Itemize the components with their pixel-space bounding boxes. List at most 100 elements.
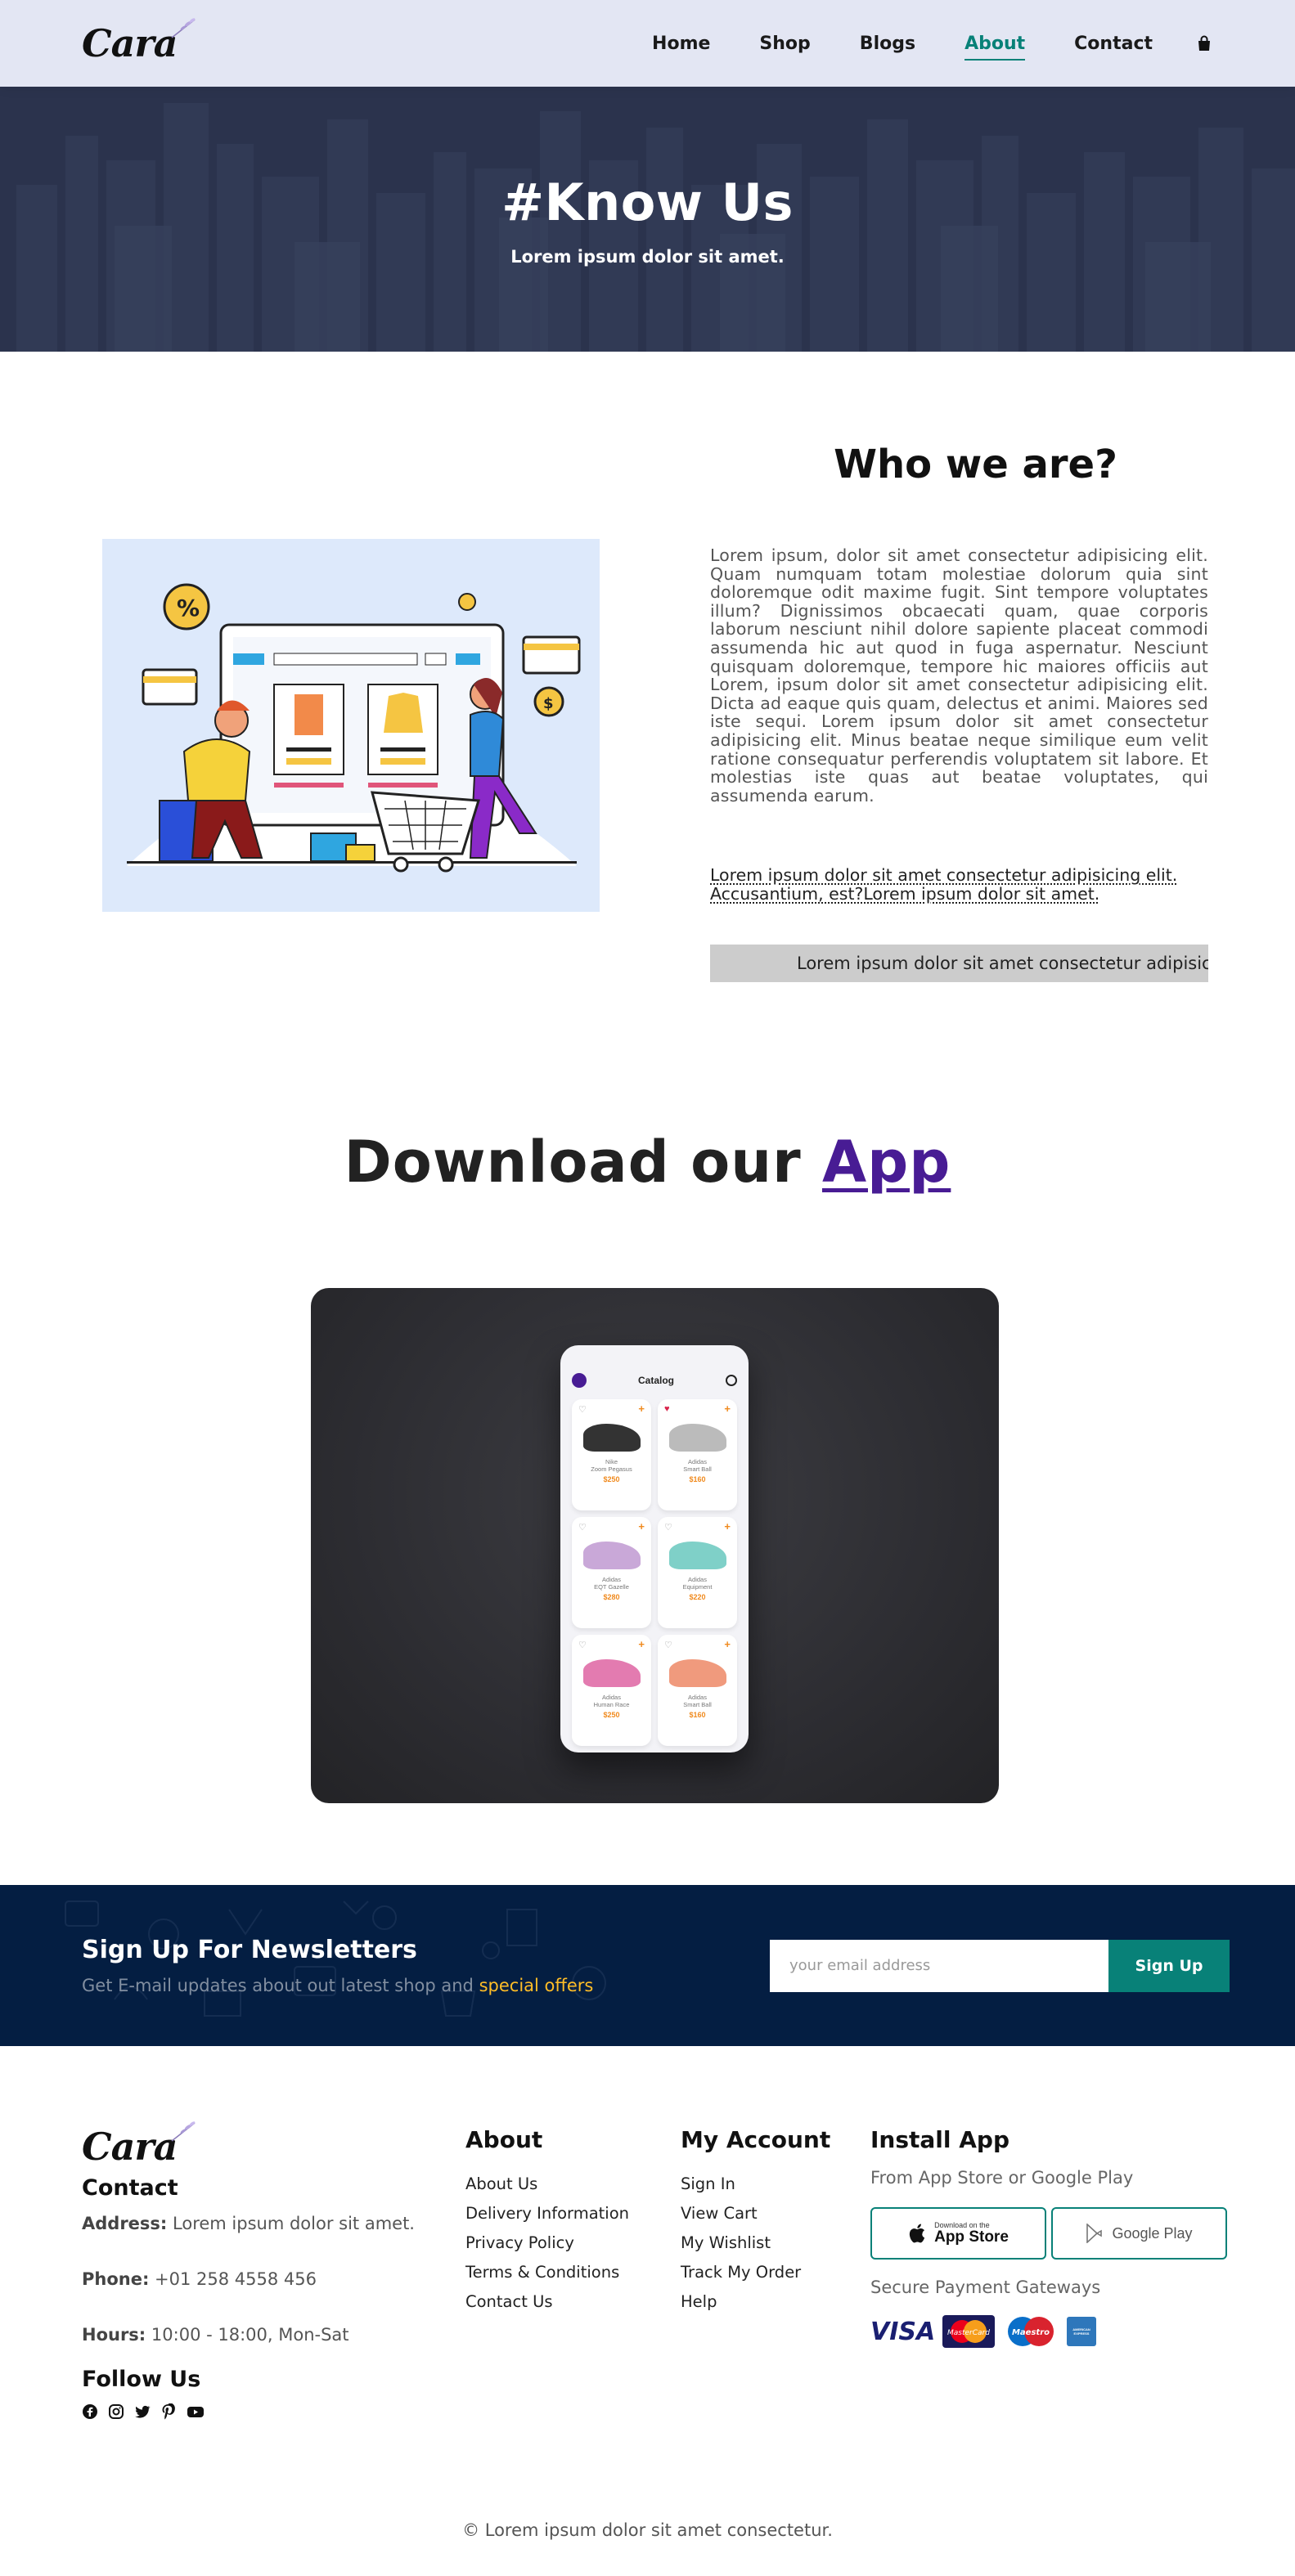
logo[interactable]: Cara <box>82 18 196 65</box>
catalog-title: Catalog <box>637 1375 674 1386</box>
product-name: Adidas Human Race <box>593 1694 630 1708</box>
product-name: Adidas Smart Ball <box>683 1694 712 1708</box>
youtube-icon[interactable] <box>187 2403 205 2420</box>
sign-up-button[interactable]: Sign Up <box>1108 1939 1230 1992</box>
product-card[interactable]: ♡ + Adidas Equipment $220 <box>658 1517 737 1628</box>
heart-icon[interactable]: ♡ <box>664 1522 672 1533</box>
payment-logos: VISA MasterCard Maestro AMERICAN EXPRESS <box>870 2315 1230 2348</box>
product-card[interactable]: ♡ + Adidas Smart Ball $160 <box>658 1635 737 1746</box>
phone-mockup: Catalog ♡ + Nike Zoom Pegasus $250 ♥ + Adidas … <box>560 1345 749 1752</box>
heart-icon[interactable]: ♡ <box>664 1640 672 1650</box>
app-store-label: Download on the App Store <box>934 2221 1009 2246</box>
app-video[interactable]: Catalog ♡ + Nike Zoom Pegasus $250 ♥ + Adidas … <box>311 1288 999 1803</box>
shoe-image <box>582 1542 641 1569</box>
product-card[interactable]: ♡ + Nike Zoom Pegasus $250 <box>572 1399 651 1510</box>
link-my-wishlist[interactable]: My Wishlist <box>681 2233 830 2252</box>
maestro-logo: Maestro <box>1008 2317 1054 2346</box>
footer-logo-text: Cara <box>82 2125 178 2169</box>
product-card[interactable]: ♥ + Adidas Smart Ball $160 <box>658 1399 737 1510</box>
download-app-prefix: Download our <box>344 1129 802 1196</box>
store-buttons: Download on the App Store Google Play <box>870 2207 1230 2260</box>
nav-shop[interactable]: Shop <box>759 34 810 54</box>
plus-icon[interactable]: + <box>724 1638 731 1650</box>
app-link[interactable]: App <box>822 1129 951 1196</box>
footer-about-column: About About Us Delivery Information Priv… <box>465 2126 629 2322</box>
link-about-us[interactable]: About Us <box>465 2174 629 2193</box>
product-card[interactable]: ♡ + Adidas Human Race $250 <box>572 1635 651 1746</box>
footer-contact: Contact Address: Lorem ipsum dolor sit a… <box>82 2175 442 2345</box>
about-illustration: % $ <box>102 539 600 912</box>
shoe-image <box>582 1659 641 1687</box>
link-terms-conditions[interactable]: Terms & Conditions <box>465 2263 629 2282</box>
hours-label: Hours: <box>82 2325 146 2345</box>
pinterest-icon[interactable] <box>160 2403 177 2420</box>
google-play-icon <box>1086 2224 1103 2243</box>
product-price: $250 <box>603 1475 620 1483</box>
nav-about[interactable]: About <box>965 34 1026 61</box>
plus-icon[interactable]: + <box>638 1402 645 1415</box>
product-name: Adidas Equipment <box>682 1576 713 1591</box>
nav-blogs[interactable]: Blogs <box>860 34 915 54</box>
page-subtitle: Lorem ipsum dolor sit amet. <box>510 246 785 267</box>
page-title: #Know Us <box>501 172 794 232</box>
nav-contact[interactable]: Contact <box>1074 34 1153 54</box>
nav-home[interactable]: Home <box>652 34 710 54</box>
link-delivery-information[interactable]: Delivery Information <box>465 2204 629 2223</box>
follow-us: Follow Us <box>82 2367 205 2420</box>
newsletter-heading: Sign Up For Newsletters <box>82 1936 417 1964</box>
product-price: $250 <box>603 1711 620 1719</box>
shopping-bag-icon[interactable] <box>1195 34 1213 52</box>
payment-text: Secure Payment Gateways <box>870 2278 1101 2297</box>
about-paragraph: Lorem ipsum, dolor sit amet consectetur … <box>710 545 1208 806</box>
newsletter-form: Sign Up <box>770 1939 1230 1992</box>
newsletter-text-body: Get E-mail updates about out latest shop… <box>82 1976 474 1995</box>
product-name: Adidas Smart Ball <box>683 1458 712 1473</box>
plus-icon[interactable]: + <box>724 1520 731 1533</box>
link-privacy-policy[interactable]: Privacy Policy <box>465 2233 629 2252</box>
about-abbreviation[interactable]: Lorem ipsum dolor sit amet consectetur a… <box>710 866 1208 904</box>
email-input[interactable] <box>770 1939 1108 1992</box>
link-view-cart[interactable]: View Cart <box>681 2204 830 2223</box>
link-sign-in[interactable]: Sign In <box>681 2174 830 2193</box>
link-track-order[interactable]: Track My Order <box>681 2263 830 2282</box>
newsletter-text: Sign Up For Newsletters Get E-mail updat… <box>82 1936 593 1995</box>
newsletter-highlight: special offers <box>479 1976 594 1995</box>
heart-icon[interactable]: ♡ <box>578 1522 587 1533</box>
about-text-block: Who we are? Lorem ipsum, dolor sit amet … <box>710 442 1208 983</box>
mastercard-logo: MasterCard <box>942 2315 995 2348</box>
newsletter-section: Sign Up For Newsletters Get E-mail updat… <box>0 1885 1295 2046</box>
heart-icon[interactable]: ♥ <box>664 1404 670 1414</box>
about-column-heading: About <box>465 2126 543 2153</box>
shoe-image <box>668 1424 726 1452</box>
product-price: $160 <box>689 1475 706 1483</box>
copyright: © Lorem ipsum dolor sit amet consectetur… <box>462 2520 833 2540</box>
link-contact-us[interactable]: Contact Us <box>465 2292 629 2311</box>
app-store-big-text: App Store <box>934 2228 1009 2246</box>
marquee-text: Lorem ipsum dolor sit amet consectetur a… <box>797 954 1208 974</box>
install-text: From App Store or Google Play <box>870 2168 1134 2188</box>
plus-icon[interactable]: + <box>638 1638 645 1650</box>
apple-icon <box>909 2224 925 2243</box>
product-price: $280 <box>603 1593 620 1601</box>
instagram-icon[interactable] <box>108 2403 124 2420</box>
link-help[interactable]: Help <box>681 2292 830 2311</box>
address-label: Address: <box>82 2214 168 2233</box>
lavender-icon <box>172 18 196 38</box>
heart-icon[interactable]: ♡ <box>578 1640 587 1650</box>
product-card[interactable]: ♡ + Adidas EQT Gazelle $280 <box>572 1517 651 1628</box>
plus-icon[interactable]: + <box>638 1520 645 1533</box>
app-store-button[interactable]: Download on the App Store <box>870 2207 1046 2260</box>
footer-logo[interactable]: Cara <box>82 2121 196 2169</box>
footer-install-column: Install App From App Store or Google Pla… <box>870 2126 1230 2348</box>
heart-icon[interactable]: ♡ <box>578 1404 587 1415</box>
google-play-label: Google Play <box>1112 2224 1193 2242</box>
install-heading: Install App <box>870 2126 1009 2153</box>
google-play-button[interactable]: Google Play <box>1051 2207 1227 2260</box>
product-name: Adidas EQT Gazelle <box>594 1576 629 1591</box>
facebook-icon[interactable] <box>82 2403 98 2420</box>
phone-row: Phone: +01 258 4558 456 <box>82 2269 442 2289</box>
shoe-image <box>582 1424 641 1452</box>
product-grid: ♡ + Nike Zoom Pegasus $250 ♥ + Adidas Smart Ba… <box>572 1399 737 1746</box>
twitter-icon[interactable] <box>134 2403 151 2420</box>
plus-icon[interactable]: + <box>724 1402 731 1415</box>
